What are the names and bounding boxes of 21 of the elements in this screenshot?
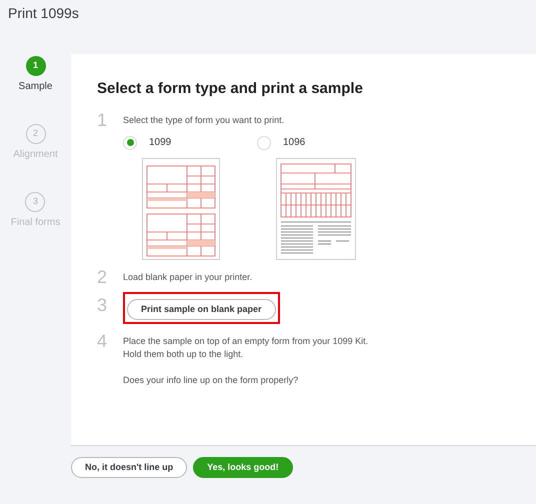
form-type-radio[interactable]: 1099 xyxy=(123,135,220,150)
radio-label: 1099 xyxy=(149,136,172,150)
form-type-radio[interactable]: 1096 xyxy=(257,135,356,150)
step-label: Sample xyxy=(18,80,52,94)
window-title: Print 1099s xyxy=(8,4,79,23)
instruction-text: Place the sample on top of an empty form from your 1099 Kit. Hold them both up to the light. xyxy=(123,335,368,362)
card-heading: Select a form type and print a sample xyxy=(97,79,364,99)
step-number: 4 xyxy=(97,330,108,354)
instruction-text: Select the type of form you want to print. xyxy=(123,114,286,127)
step-number: 3 xyxy=(97,294,108,317)
step-number: 1 xyxy=(97,108,108,132)
step-number: 2 xyxy=(97,266,108,288)
print-sample-button[interactable]: Print sample on blank paper xyxy=(127,299,276,320)
reject-button[interactable]: No, it doesn't line up xyxy=(71,457,188,478)
radio-button[interactable] xyxy=(257,136,271,150)
step-label: Final forms xyxy=(10,216,60,230)
step-label: Alignment xyxy=(13,148,58,162)
instruction-text: Load blank paper in your printer. xyxy=(123,271,252,284)
radio-label: 1096 xyxy=(283,136,306,150)
instruction-text: Does your info line up on the form properly? xyxy=(123,374,300,388)
radio-button[interactable] xyxy=(123,136,137,150)
